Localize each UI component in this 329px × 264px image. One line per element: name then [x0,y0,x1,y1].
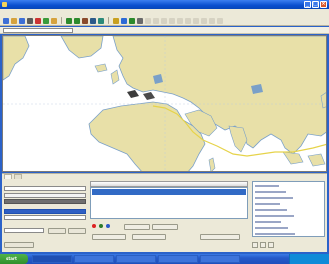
disabled-tool-icon [217,17,223,24]
globe-icon[interactable] [129,17,135,24]
selected-list-item[interactable] [4,209,86,214]
disabled-tool-icon [145,17,151,24]
properties-list[interactable] [252,181,325,237]
dropdown[interactable] [4,228,44,233]
taskbar-item[interactable] [158,255,198,263]
text-field[interactable] [4,193,86,198]
option-button[interactable] [48,228,66,234]
close-button[interactable]: × [320,1,327,8]
action-button[interactable] [152,224,178,230]
system-tray [289,254,329,264]
disabled-tool-icon [153,17,159,24]
list-item[interactable] [4,215,86,220]
selected-field[interactable] [4,199,86,204]
taskbar-item[interactable] [32,255,72,263]
route-icon[interactable] [113,17,119,24]
title-bar: _ □ × [0,0,329,9]
select-icon[interactable] [90,17,96,24]
right-pane [252,179,327,252]
application-window: _ □ × start [0,0,329,264]
maximize-button[interactable]: □ [312,1,319,8]
world-map[interactable] [3,36,327,172]
disabled-tool-icon [161,17,167,24]
action-button[interactable] [4,242,34,248]
property-row[interactable] [255,215,294,217]
print-icon[interactable] [27,17,33,24]
copy-icon[interactable] [43,17,49,24]
property-row[interactable] [255,185,279,187]
disabled-tool-icon [169,17,175,24]
edit-icon[interactable] [106,224,110,228]
taskbar-item[interactable] [200,255,240,263]
text-field[interactable] [4,186,86,191]
location-combo[interactable] [3,28,73,33]
property-row[interactable] [255,203,280,205]
disabled-tool-icon [209,17,215,24]
disabled-tool-icon [201,17,207,24]
disabled-tool-icon [193,17,199,24]
property-row[interactable] [255,191,286,193]
taskbar: start [0,254,329,264]
disabled-tool-icon [177,17,183,24]
start-button[interactable]: start [0,254,28,264]
action-button[interactable] [200,234,240,240]
bottom-panel [2,179,327,252]
location-bar [0,27,329,34]
paste-icon[interactable] [51,17,57,24]
middle-actions [90,222,248,248]
taskbar-item[interactable] [74,255,114,263]
action-button[interactable] [132,234,166,240]
app-icon [2,2,7,7]
property-row[interactable] [255,209,287,211]
right-actions [252,239,325,250]
option-button[interactable] [68,228,86,234]
minimize-button[interactable]: _ [304,1,311,8]
map-view[interactable] [2,35,327,172]
settings-icon[interactable] [137,17,143,24]
menu-bar [0,9,329,16]
results-list[interactable] [90,187,248,219]
add-icon[interactable] [99,224,103,228]
zoom-in-icon[interactable] [66,17,72,24]
middle-pane [90,181,248,250]
main-toolbar [0,16,329,26]
window-controls: _ □ × [304,1,327,8]
cut-icon[interactable] [35,17,41,24]
open-icon[interactable] [11,17,17,24]
toolbar-separator [108,17,109,24]
action-button[interactable] [92,234,126,240]
taskbar-item[interactable] [116,255,156,263]
property-row[interactable] [255,233,295,235]
action-button[interactable] [268,241,274,248]
disabled-tool-icon [185,17,191,24]
action-button[interactable] [124,224,150,230]
action-button[interactable] [260,241,266,248]
left-pane [4,181,86,250]
save-icon[interactable] [19,17,25,24]
delete-icon[interactable] [92,224,96,228]
new-icon[interactable] [3,17,9,24]
property-row[interactable] [255,221,281,223]
action-button[interactable] [252,241,258,248]
zoom-out-icon[interactable] [74,17,80,24]
selected-list-item[interactable] [92,189,246,195]
property-row[interactable] [255,227,288,229]
toolbar-separator [61,17,62,24]
property-row[interactable] [255,197,293,199]
info-icon[interactable] [121,17,127,24]
layer-icon[interactable] [98,17,104,24]
pan-icon[interactable] [82,17,88,24]
